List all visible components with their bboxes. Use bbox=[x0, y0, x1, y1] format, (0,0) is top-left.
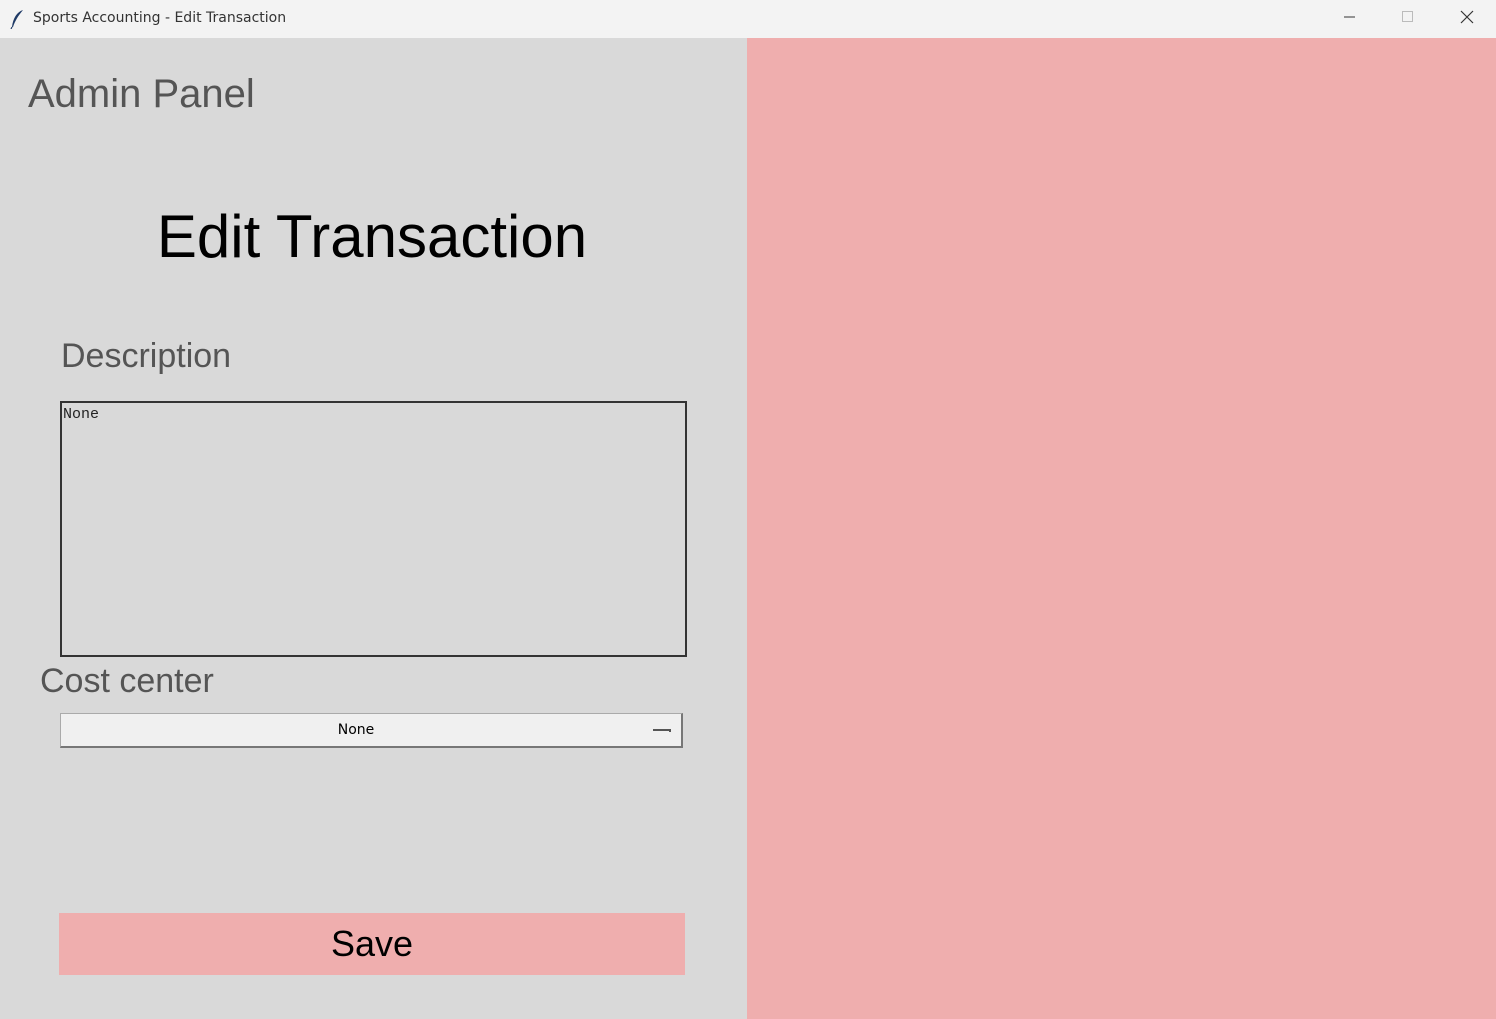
page-title: Edit Transaction bbox=[156, 203, 588, 270]
minimize-button[interactable] bbox=[1321, 0, 1379, 38]
cost-center-selected-value: None bbox=[337, 722, 375, 738]
right-side-panel bbox=[747, 38, 1496, 1019]
admin-panel-label: Admin Panel bbox=[28, 72, 255, 116]
save-button[interactable]: Save bbox=[59, 913, 685, 975]
cost-center-dropdown[interactable]: None bbox=[60, 713, 683, 748]
app-window: Sports Accounting - Edit Transaction Adm… bbox=[0, 0, 1496, 1019]
maximize-icon bbox=[1402, 10, 1414, 28]
edit-form-panel: Admin Panel Edit Transaction Description… bbox=[0, 38, 747, 1019]
close-icon bbox=[1460, 10, 1474, 29]
description-label: Description bbox=[61, 337, 232, 375]
cost-center-label: Cost center bbox=[40, 662, 214, 700]
close-button[interactable] bbox=[1438, 0, 1496, 38]
description-textarea[interactable]: None bbox=[60, 401, 687, 657]
maximize-button[interactable] bbox=[1379, 0, 1437, 38]
minimize-icon bbox=[1344, 10, 1356, 28]
window-title: Sports Accounting - Edit Transaction bbox=[33, 10, 287, 26]
feather-icon bbox=[9, 9, 25, 30]
dropdown-indicator-icon bbox=[653, 729, 671, 732]
title-bar: Sports Accounting - Edit Transaction bbox=[0, 0, 1496, 38]
